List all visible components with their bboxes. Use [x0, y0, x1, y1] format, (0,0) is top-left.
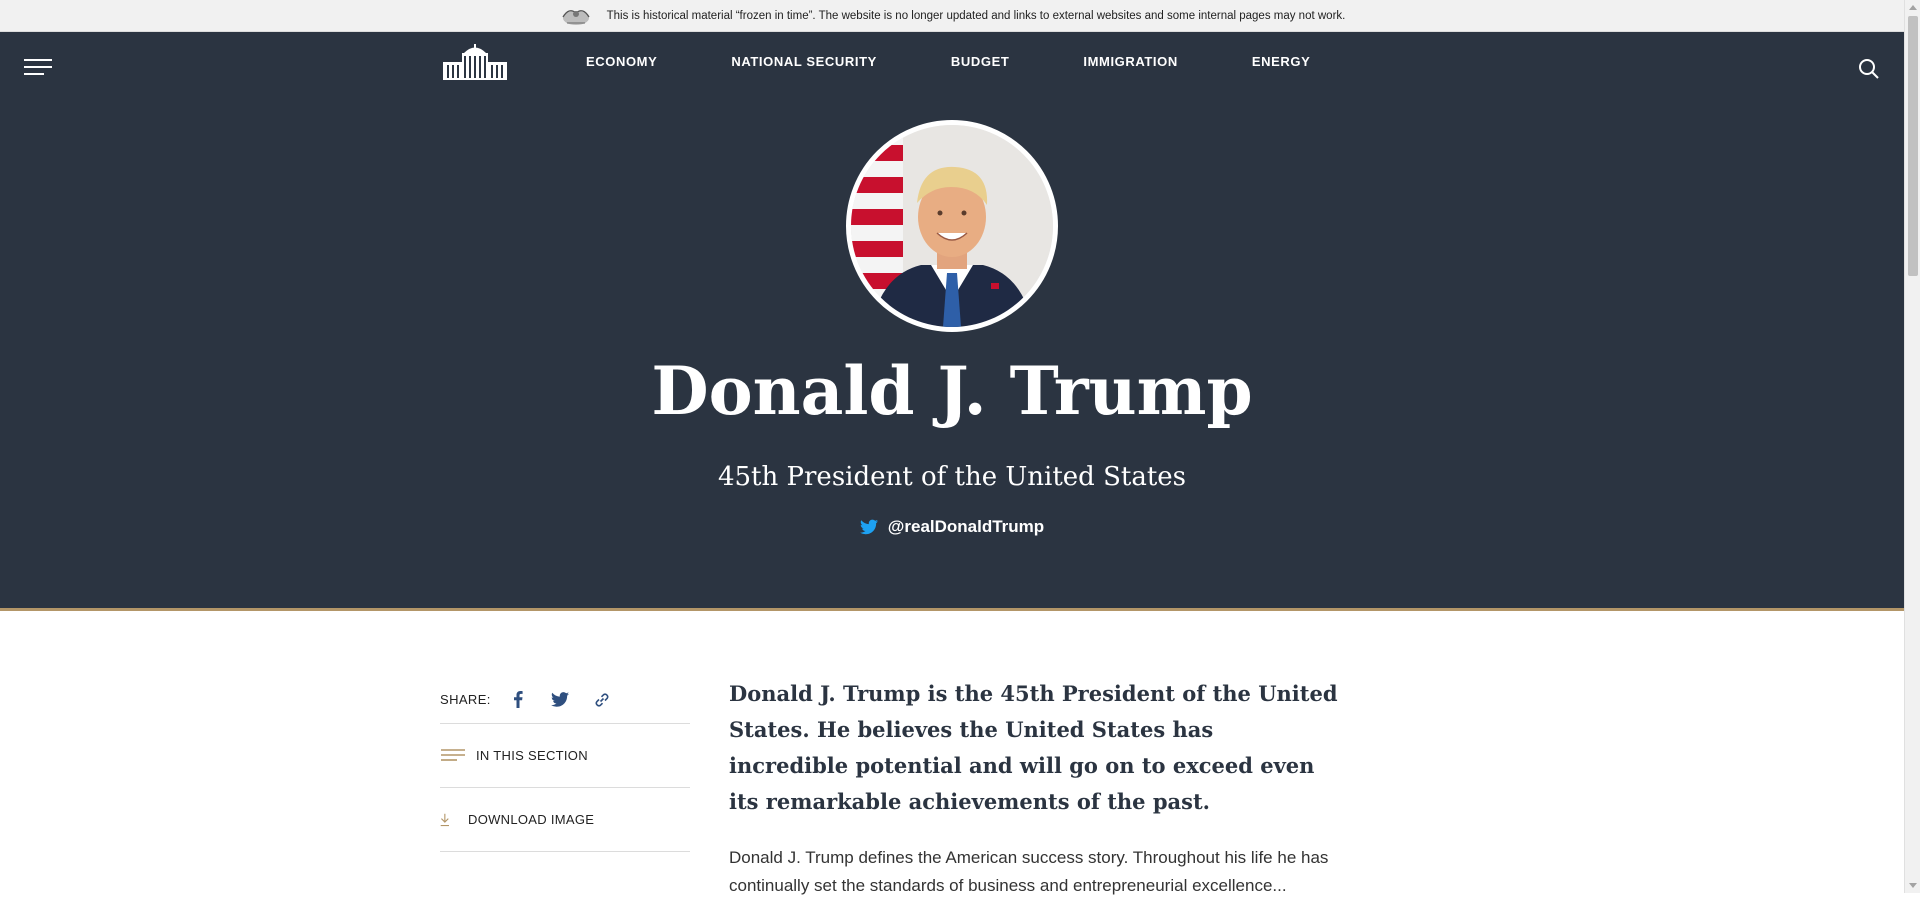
- nav-energy[interactable]: ENERGY: [1252, 54, 1311, 69]
- twitter-bird-icon: [859, 519, 878, 535]
- menu-icon[interactable]: [24, 59, 52, 79]
- page-scrollbar[interactable]: [1904, 0, 1920, 893]
- twitter-icon[interactable]: [550, 691, 569, 709]
- archive-banner: This is historical material “frozen in t…: [0, 0, 1904, 32]
- hero-section: ECONOMY NATIONAL SECURITY BUDGET IMMIGRA…: [0, 32, 1904, 611]
- nav-budget[interactable]: BUDGET: [951, 54, 1010, 69]
- archive-eagle-icon: [562, 9, 590, 25]
- nav-national-security[interactable]: NATIONAL SECURITY: [731, 54, 877, 69]
- page-subtitle: 45th President of the United States: [717, 462, 1187, 492]
- facebook-icon[interactable]: [509, 691, 527, 709]
- share-row: SHARE:: [440, 676, 690, 724]
- article: Donald J. Trump is the 45th President of…: [729, 676, 1339, 900]
- sidebar-item-label: DOWNLOAD IMAGE: [468, 812, 595, 827]
- scroll-up-arrow-icon[interactable]: [1909, 5, 1917, 10]
- twitter-link[interactable]: @realDonaldTrump: [0, 517, 1904, 537]
- sidebar-item-download-image[interactable]: DOWNLOAD IMAGE: [440, 788, 690, 852]
- twitter-handle-text: @realDonaldTrump: [887, 517, 1045, 536]
- portrait-image: [851, 125, 1053, 327]
- nav-immigration[interactable]: IMMIGRATION: [1083, 54, 1177, 69]
- share-label: SHARE:: [440, 692, 491, 707]
- sidebar-item-label: IN THIS SECTION: [476, 748, 588, 763]
- nav-economy[interactable]: ECONOMY: [586, 54, 657, 69]
- download-icon: [440, 813, 449, 826]
- article-lead: Donald J. Trump is the 45th President of…: [729, 681, 1338, 814]
- scrollbar-thumb[interactable]: [1908, 16, 1918, 276]
- white-house-logo[interactable]: [440, 44, 510, 82]
- archive-banner-text: This is historical material “frozen in t…: [606, 9, 1346, 22]
- search-icon[interactable]: [1858, 58, 1880, 80]
- sidebar: SHARE: IN THIS SECTION DOWNLOAD IMAGE: [440, 676, 690, 852]
- sidebar-item-in-this-section[interactable]: IN THIS SECTION: [440, 724, 690, 788]
- main-nav: ECONOMY NATIONAL SECURITY BUDGET IMMIGRA…: [586, 54, 1384, 69]
- article-body: Donald J. Trump defines the American suc…: [729, 848, 1329, 895]
- scroll-down-arrow-icon[interactable]: [1909, 883, 1917, 888]
- page-title: Donald J. Trump: [651, 352, 1253, 430]
- link-icon[interactable]: [593, 691, 611, 709]
- list-icon: [441, 748, 465, 761]
- president-portrait: [846, 120, 1058, 332]
